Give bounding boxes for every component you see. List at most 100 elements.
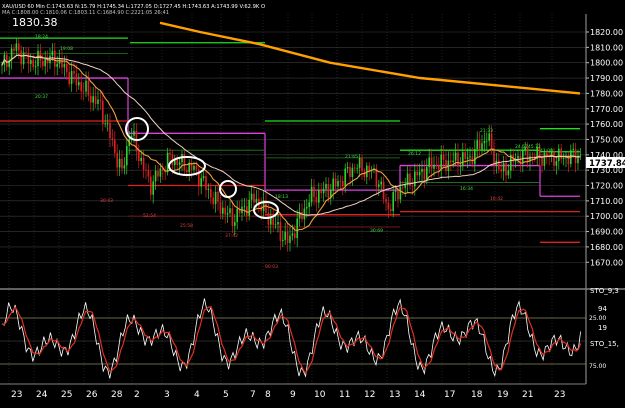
candle-body — [380, 181, 382, 185]
candle-body — [301, 211, 303, 220]
date-tick-label: 13 — [389, 390, 400, 400]
candle-body — [327, 184, 330, 199]
candle-body — [66, 63, 68, 73]
candle-body — [478, 140, 481, 151]
price-tick-label: 1680.00 — [590, 243, 623, 252]
date-tick-label: 26 — [86, 390, 98, 400]
candle-body — [361, 157, 363, 172]
candles — [1, 38, 582, 252]
price-annotation: 16:42 — [490, 196, 503, 202]
sto-level-top: 25.00 — [589, 315, 606, 322]
candle-body — [169, 152, 171, 155]
candle-body — [274, 224, 277, 226]
candle-body — [118, 158, 121, 168]
candle-body — [426, 167, 428, 180]
candle-body — [303, 208, 306, 220]
candle-body — [25, 52, 27, 54]
sto-k-line — [1, 298, 581, 379]
price-annotation: 18:24 — [35, 34, 48, 40]
price-annotation: 21:33 — [480, 128, 493, 134]
date-tick-label: 14 — [414, 390, 426, 400]
candle-body — [452, 160, 454, 162]
candle-body — [332, 178, 334, 191]
price-tick-label: 1720.00 — [590, 182, 623, 191]
candle-body — [428, 157, 430, 168]
candle-body — [318, 190, 320, 203]
price-tick-label: 1690.00 — [590, 228, 623, 237]
ma-long-line — [159, 21, 581, 95]
candle-body — [454, 152, 457, 161]
candle-body — [44, 58, 46, 67]
date-axis[interactable]: 23 24 25 26 28 2 3 4 5 7 8 9 10 11 12 13 14 17 18 19 21 23 — [11, 390, 565, 400]
candle-body — [356, 167, 358, 169]
candle-body — [109, 122, 111, 138]
candle-body — [157, 170, 159, 177]
candle-body — [176, 158, 178, 166]
candle-body — [133, 130, 135, 136]
candle-body — [231, 208, 234, 226]
price-tick-label: 1770.00 — [590, 105, 623, 114]
candle-body — [445, 159, 447, 172]
price-tick-label: 1710.00 — [590, 197, 623, 206]
price-annotation: 30:43 — [100, 198, 113, 204]
candle-body — [159, 168, 162, 177]
date-tick-label: 25 — [61, 390, 72, 400]
candle-body — [418, 171, 421, 176]
candle-body — [404, 184, 406, 188]
candle-body — [205, 176, 207, 190]
candle-body — [236, 208, 238, 223]
candle-body — [308, 202, 310, 208]
trading-chart[interactable]: XAU/USD 60 Min C:1743.63 N:15.79 H:1745.… — [0, 0, 625, 404]
date-tick-label: 10 — [314, 390, 326, 400]
candle-body — [229, 208, 231, 214]
stochastic-panel[interactable] — [0, 292, 587, 384]
price-annotation: 52:54 — [143, 213, 156, 219]
candle-body — [354, 167, 356, 169]
date-tick-label: 24 — [36, 390, 48, 400]
date-tick-label: 23 — [554, 390, 565, 400]
price-annotation: 16:34 — [460, 186, 473, 192]
candle-body — [322, 188, 325, 194]
candle-body — [450, 160, 452, 162]
price-annotation: 26:12 — [408, 151, 421, 157]
candle-body — [394, 191, 397, 192]
candle-body — [126, 146, 128, 166]
candle-body — [226, 213, 229, 215]
date-tick-label: 9 — [290, 390, 296, 400]
date-tick-label: 7 — [250, 390, 256, 400]
candle-body — [166, 152, 169, 173]
candle-body — [553, 151, 555, 166]
candle-body — [207, 188, 210, 190]
candle-body — [423, 168, 426, 180]
price-annotation: 20:37 — [35, 94, 48, 100]
date-tick-label: 5 — [223, 390, 229, 400]
candle-body — [488, 133, 490, 141]
candle-body — [250, 193, 253, 200]
candle-body — [147, 170, 150, 177]
price-tick-label: 1820.00 — [590, 28, 623, 37]
candle-body — [90, 95, 92, 103]
date-tick-label: 28 — [111, 390, 123, 400]
date-tick-label: 11 — [339, 390, 350, 400]
candle-body — [138, 151, 140, 162]
date-tick-label: 23 — [11, 390, 22, 400]
date-tick-label: 8 — [265, 390, 271, 400]
candle-body — [210, 188, 212, 198]
candle-body — [22, 52, 25, 65]
candle-body — [94, 96, 97, 104]
candle-body — [200, 178, 202, 187]
pivot-levels — [0, 37, 580, 243]
candle-body — [152, 181, 154, 195]
candle-body — [255, 198, 258, 203]
candle-body — [73, 71, 75, 74]
price-annotation: 41:00 — [540, 148, 553, 154]
candle-body — [102, 100, 104, 124]
candle-body — [555, 161, 558, 166]
candle-body — [402, 187, 404, 189]
candle-body — [224, 207, 226, 215]
candle-body — [502, 163, 505, 172]
date-tick-label: 21 — [522, 390, 533, 400]
candle-body — [315, 197, 318, 203]
candle-body — [387, 202, 390, 210]
candle-body — [277, 222, 279, 225]
